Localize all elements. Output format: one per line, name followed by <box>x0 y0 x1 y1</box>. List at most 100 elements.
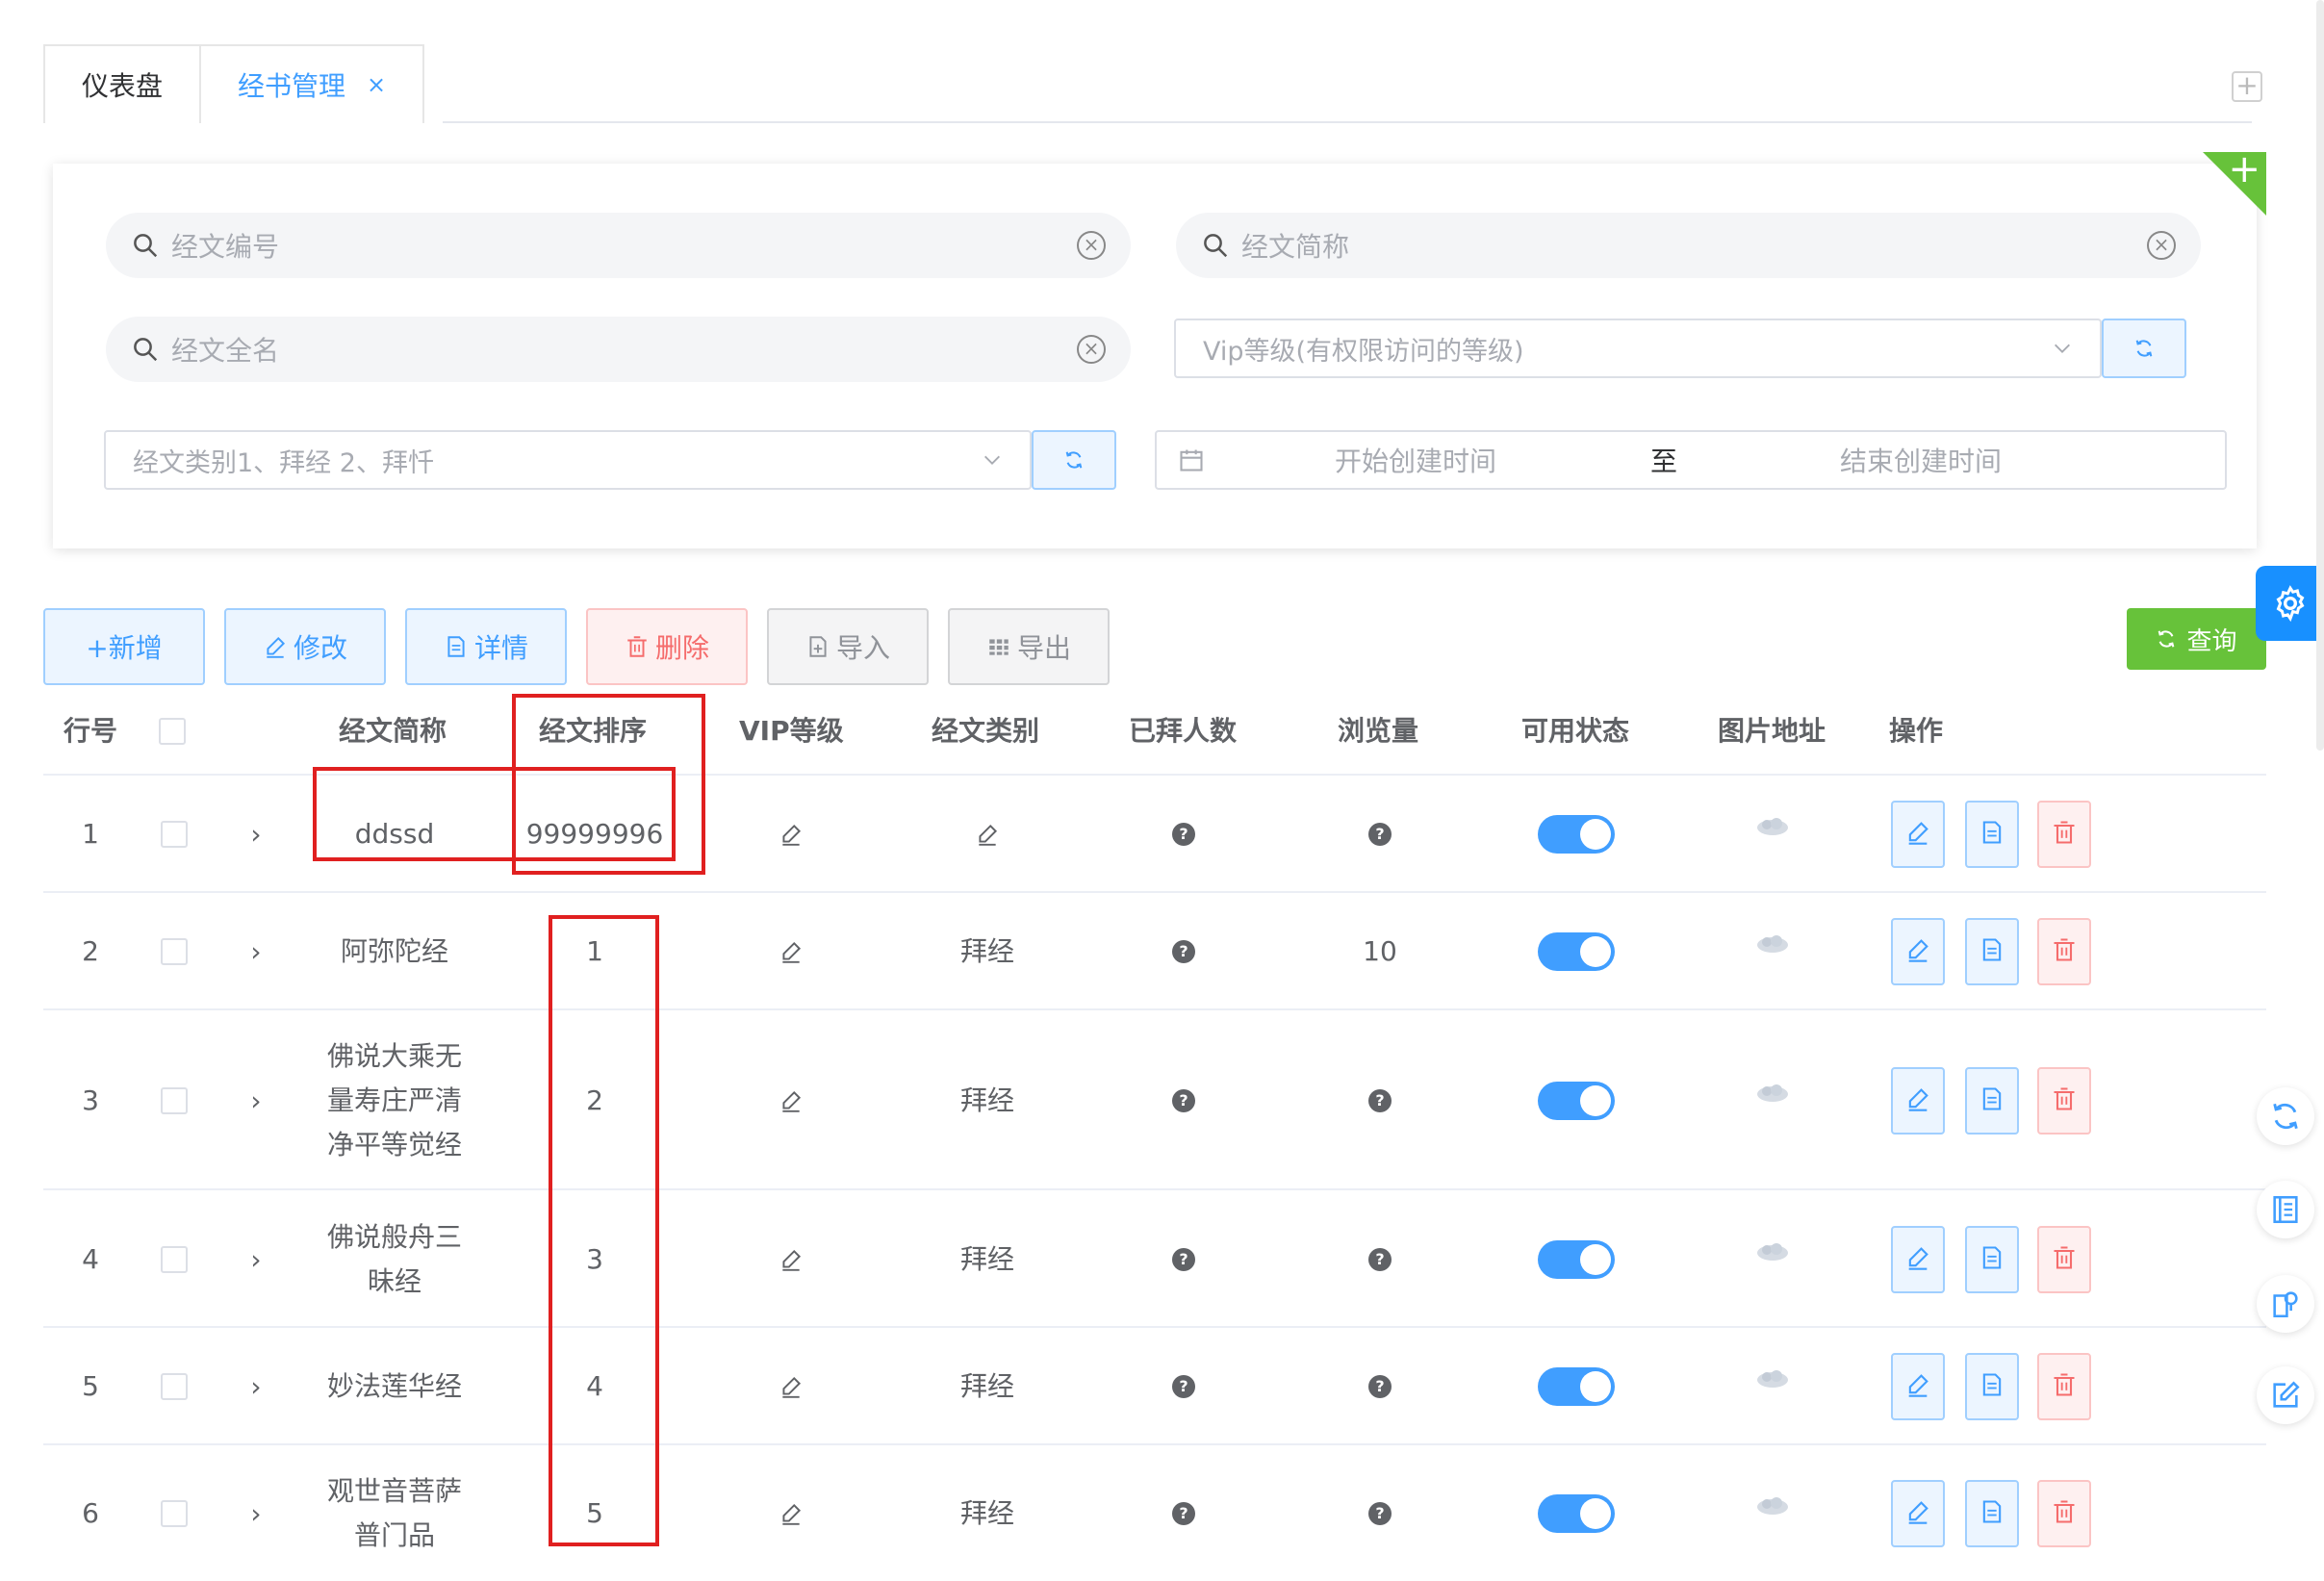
row-detail-button[interactable] <box>1965 1066 2019 1135</box>
row-delete-button[interactable] <box>2037 918 2091 985</box>
document-icon <box>1979 1498 2005 1529</box>
close-icon[interactable]: × <box>367 71 386 98</box>
image-thumbnail[interactable] <box>1753 1239 1792 1264</box>
code-search-input[interactable]: 经文编号 × <box>106 213 1131 278</box>
plus-icon[interactable]: + <box>2228 150 2260 189</box>
row-edit-button[interactable] <box>1891 1225 1945 1293</box>
trash-icon <box>2051 1085 2078 1116</box>
input-placeholder: 经文编号 <box>171 231 280 263</box>
float-location-button[interactable] <box>2257 1275 2314 1333</box>
image-thumbnail[interactable] <box>1753 1493 1792 1518</box>
detail-button[interactable]: 详情 <box>405 608 567 685</box>
col-header-status: 可用状态 <box>1521 715 1630 747</box>
vip-edit-icon[interactable] <box>779 1374 804 1399</box>
row-number: 2 <box>82 935 99 967</box>
row-edit-button[interactable] <box>1891 1353 1945 1420</box>
status-toggle[interactable] <box>1538 1081 1615 1120</box>
select-all-checkbox[interactable] <box>159 718 186 745</box>
vip-level-select[interactable]: Vip等级(有权限访问的等级) <box>1174 319 2102 378</box>
short-name-cell: 观世音菩萨 普门品 <box>327 1469 462 1558</box>
category-cell: 拜经 <box>959 1496 1015 1529</box>
expand-row-chevron-icon[interactable]: › <box>250 1497 261 1529</box>
scrollbar[interactable] <box>2316 0 2324 751</box>
vip-edit-icon[interactable] <box>779 1501 804 1526</box>
row-checkbox[interactable] <box>161 1373 188 1400</box>
tab-dashboard[interactable]: 仪表盘 <box>43 44 202 123</box>
vip-edit-icon[interactable] <box>779 939 804 964</box>
query-button[interactable]: 查询 <box>2127 608 2266 670</box>
category-select[interactable]: 经文类别1、拜经 2、拜忏 <box>104 430 1032 490</box>
col-header-actions: 操作 <box>1889 715 1944 747</box>
row-detail-button[interactable] <box>1965 918 2019 985</box>
created-date-range-picker[interactable]: 开始创建时间 至 结束创建时间 <box>1155 430 2227 490</box>
row-delete-button[interactable] <box>2037 1225 2091 1293</box>
image-thumbnail[interactable] <box>1753 814 1792 839</box>
annotation-box <box>549 915 659 1546</box>
annotation-box <box>512 694 705 875</box>
button-label: 查询 <box>2186 626 2237 656</box>
image-thumbnail[interactable] <box>1753 931 1792 956</box>
status-toggle[interactable] <box>1538 1367 1615 1406</box>
status-toggle[interactable] <box>1538 1239 1615 1279</box>
row-checkbox[interactable] <box>161 938 188 965</box>
clear-icon[interactable]: × <box>2147 231 2176 260</box>
row-edit-button[interactable] <box>1891 1479 1945 1547</box>
row-delete-button[interactable] <box>2037 1353 2091 1420</box>
full-name-search-input[interactable]: 经文全名 × <box>106 317 1131 382</box>
refresh-icon <box>2273 1103 2298 1130</box>
edit-icon <box>1904 1244 1931 1275</box>
import-button[interactable]: 导入 <box>767 608 929 685</box>
row-detail-button[interactable] <box>1965 1353 2019 1420</box>
category-edit-icon[interactable] <box>975 822 1000 847</box>
vip-edit-icon[interactable] <box>779 822 804 847</box>
expand-row-chevron-icon[interactable]: › <box>250 1084 261 1116</box>
row-detail-button[interactable] <box>1965 801 2019 868</box>
delete-button[interactable]: 删除 <box>586 608 748 685</box>
settings-gear-button[interactable] <box>2256 566 2324 641</box>
row-edit-button[interactable] <box>1891 918 1945 985</box>
col-header-views: 浏览量 <box>1338 715 1419 747</box>
float-notebook-button[interactable] <box>2257 1181 2314 1238</box>
add-button[interactable]: +新增 <box>43 608 205 685</box>
row-delete-button[interactable] <box>2037 801 2091 868</box>
row-checkbox[interactable] <box>161 1086 188 1114</box>
status-toggle[interactable] <box>1538 815 1615 854</box>
row-detail-button[interactable] <box>1965 1225 2019 1293</box>
expand-row-chevron-icon[interactable]: › <box>250 819 261 851</box>
row-checkbox[interactable] <box>161 1499 188 1527</box>
expand-row-chevron-icon[interactable]: › <box>250 1371 261 1403</box>
expand-row-chevron-icon[interactable]: › <box>250 1243 261 1275</box>
image-thumbnail[interactable] <box>1753 1366 1792 1391</box>
row-delete-button[interactable] <box>2037 1479 2091 1547</box>
trash-icon <box>2051 1244 2078 1275</box>
row-divider <box>43 891 2266 893</box>
vip-edit-icon[interactable] <box>779 1088 804 1113</box>
category-refresh-button[interactable] <box>1032 430 1116 490</box>
float-edit-button[interactable] <box>2257 1366 2314 1424</box>
edit-button[interactable]: 修改 <box>224 608 386 685</box>
trash-icon <box>2051 1498 2078 1529</box>
clear-icon[interactable]: × <box>1077 231 1106 260</box>
vip-refresh-button[interactable] <box>2102 319 2186 378</box>
export-button[interactable]: 导出 <box>948 608 1110 685</box>
tab-scripture-management[interactable]: 经书管理 × <box>201 44 425 123</box>
row-detail-button[interactable] <box>1965 1479 2019 1547</box>
row-checkbox[interactable] <box>161 821 188 848</box>
tab-add-button[interactable]: + <box>2232 71 2262 102</box>
status-toggle[interactable] <box>1538 1493 1615 1533</box>
row-edit-button[interactable] <box>1891 1066 1945 1135</box>
edit-icon <box>1904 819 1931 850</box>
row-delete-button[interactable] <box>2037 1066 2091 1135</box>
float-refresh-button[interactable] <box>2257 1087 2314 1145</box>
document-icon <box>447 636 465 657</box>
status-toggle[interactable] <box>1538 932 1615 971</box>
vip-edit-icon[interactable] <box>779 1247 804 1272</box>
short-name-line: 量寿庄严清 <box>326 1084 463 1116</box>
short-name-search-input[interactable]: 经文简称 × <box>1176 213 2201 278</box>
row-checkbox[interactable] <box>161 1245 188 1273</box>
expand-row-chevron-icon[interactable]: › <box>250 936 261 968</box>
image-thumbnail[interactable] <box>1753 1081 1792 1106</box>
edit-icon <box>1904 1371 1931 1402</box>
row-edit-button[interactable] <box>1891 801 1945 868</box>
clear-icon[interactable]: × <box>1077 335 1106 364</box>
